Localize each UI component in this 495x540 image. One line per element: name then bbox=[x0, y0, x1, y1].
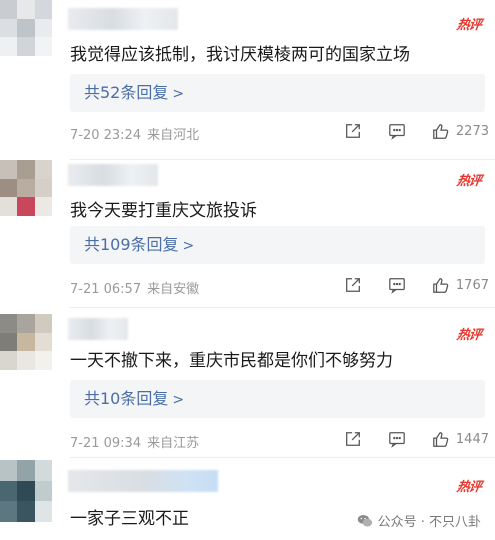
comment-time: 7-21 09:34 bbox=[70, 436, 142, 451]
comment-meta: 7-21 06:57 来自安徽 bbox=[70, 278, 199, 297]
comment-text: 我觉得应该抵制，我讨厌模棱两可的国家立场 bbox=[70, 45, 410, 65]
comment-time: 7-21 06:57 bbox=[70, 282, 142, 297]
view-replies-button[interactable]: 共10条回复 > bbox=[70, 380, 485, 418]
reply-count-label: 共10条回复 bbox=[84, 389, 169, 408]
comment-icon[interactable] bbox=[386, 120, 408, 142]
like-count: 2273 bbox=[455, 123, 489, 139]
comment-item: 热评 我今天要打重庆文旅投诉 共109条回复 > 7-21 06:57 来自安徽 1… bbox=[0, 160, 495, 308]
comment-actions: 1767 bbox=[342, 274, 489, 296]
comment-text: 一天不撤下来，重庆市民都是你们不够努力 bbox=[70, 351, 393, 371]
comment-location: 来自河北 bbox=[147, 128, 200, 143]
comment-item: 热评 一天不撤下来，重庆市民都是你们不够努力 共10条回复 > 7-21 09:3… bbox=[0, 308, 495, 458]
comment-text: 我今天要打重庆文旅投诉 bbox=[70, 201, 257, 221]
hot-comment-badge: 热评 bbox=[455, 18, 482, 33]
hot-comment-badge: 热评 bbox=[455, 480, 482, 495]
view-replies-button[interactable]: 共52条回复 > bbox=[70, 74, 485, 112]
comment-item: 热评 我觉得应该抵制，我讨厌模棱两可的国家立场 共52条回复 > 7-20 23:… bbox=[0, 0, 495, 160]
comment-icon[interactable] bbox=[386, 274, 408, 296]
reply-count-label: 共109条回复 bbox=[84, 235, 179, 254]
hot-comment-badge: 热评 bbox=[455, 328, 482, 343]
share-icon[interactable] bbox=[342, 274, 364, 296]
username[interactable] bbox=[68, 318, 128, 340]
avatar[interactable] bbox=[0, 314, 52, 370]
thumbs-up-icon[interactable] bbox=[430, 274, 452, 296]
comment-meta: 7-21 09:34 来自江苏 bbox=[70, 432, 199, 451]
username[interactable] bbox=[68, 8, 178, 30]
chevron-right-icon: > bbox=[172, 86, 185, 102]
avatar[interactable] bbox=[0, 0, 52, 56]
like-count: 1767 bbox=[455, 277, 489, 293]
comment-location: 来自江苏 bbox=[147, 436, 200, 451]
watermark-text: 公众号 · 不只八卦 bbox=[377, 515, 481, 530]
hot-comment-badge: 热评 bbox=[455, 174, 482, 189]
username[interactable] bbox=[68, 164, 158, 186]
comment-icon[interactable] bbox=[386, 428, 408, 450]
like-count: 1447 bbox=[455, 431, 489, 447]
comment-location: 来自安徽 bbox=[147, 282, 200, 297]
avatar[interactable] bbox=[0, 460, 52, 522]
wechat-icon bbox=[357, 514, 372, 526]
view-replies-button[interactable]: 共109条回复 > bbox=[70, 226, 485, 264]
comment-actions: 2273 bbox=[342, 120, 489, 142]
username[interactable] bbox=[68, 470, 218, 492]
comment-actions: 1447 bbox=[342, 428, 489, 450]
reply-count-label: 共52条回复 bbox=[84, 83, 169, 102]
comment-meta: 7-20 23:24 来自河北 bbox=[70, 124, 199, 143]
avatar[interactable] bbox=[0, 160, 52, 216]
watermark: 公众号 · 不只八卦 bbox=[357, 511, 481, 530]
comment-time: 7-20 23:24 bbox=[70, 128, 142, 143]
thumbs-up-icon[interactable] bbox=[430, 120, 452, 142]
chevron-right-icon: > bbox=[172, 392, 185, 408]
share-icon[interactable] bbox=[342, 428, 364, 450]
chevron-right-icon: > bbox=[182, 238, 195, 254]
share-icon[interactable] bbox=[342, 120, 364, 142]
thumbs-up-icon[interactable] bbox=[430, 428, 452, 450]
comment-text: 一家子三观不正 bbox=[70, 509, 189, 529]
